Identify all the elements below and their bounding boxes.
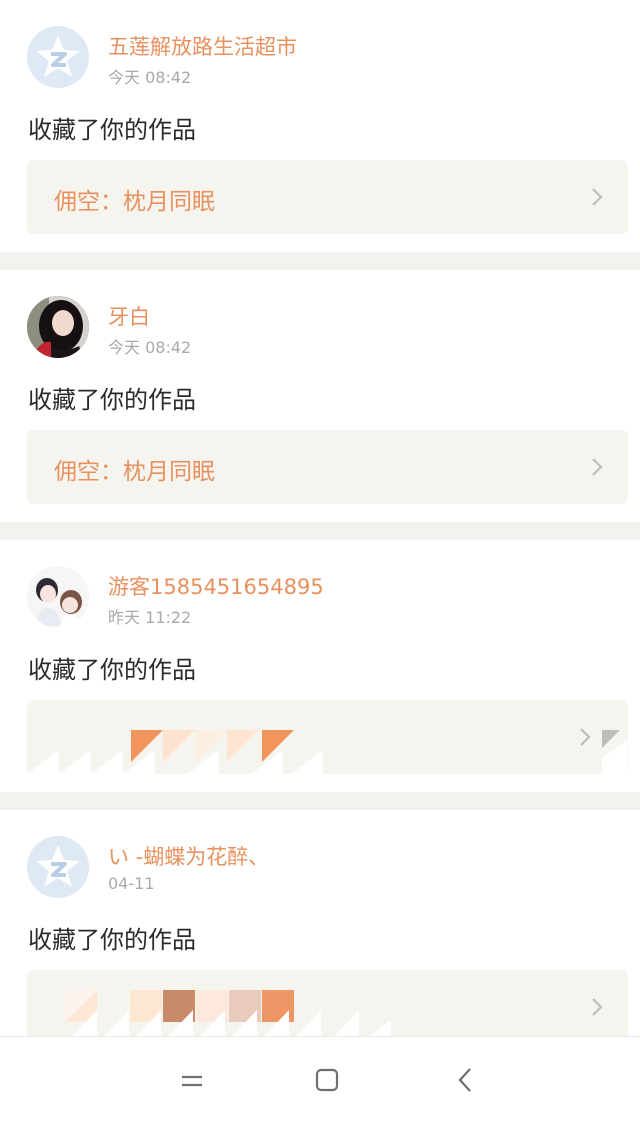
user-name[interactable]: 游客1585451654895	[108, 571, 324, 601]
back-icon[interactable]	[448, 1065, 482, 1095]
action-text: 收藏了你的作品	[28, 656, 196, 684]
chevron-right-icon	[590, 186, 604, 208]
work-link[interactable]: 佣空：枕月同眠	[27, 160, 628, 234]
feed-item: 五莲解放路生活超市 今天 08:42 收藏了你的作品 佣空：枕月同眠	[0, 0, 640, 252]
avatar[interactable]	[27, 836, 89, 898]
timestamp: 昨天 11:22	[108, 608, 192, 627]
timestamp: 04-11	[108, 874, 155, 893]
work-link[interactable]	[27, 970, 628, 1044]
feed-item: 游客1585451654895 昨天 11:22 收藏了你的作品	[0, 540, 640, 792]
system-nav-bar	[0, 1036, 640, 1124]
user-name[interactable]: 五莲解放路生活超市	[108, 31, 297, 61]
menu-icon[interactable]	[175, 1065, 209, 1095]
glitch-artifact	[27, 970, 628, 1044]
home-icon[interactable]	[310, 1065, 344, 1095]
default-avatar-icon	[27, 26, 89, 88]
user-name[interactable]: い -蝴蝶为花醉、	[108, 841, 269, 871]
default-avatar-icon	[27, 836, 89, 898]
timestamp: 今天 08:42	[108, 338, 192, 357]
activity-feed: 五莲解放路生活超市 今天 08:42 收藏了你的作品 佣空：枕月同眠 牙白 今天…	[0, 0, 640, 1062]
chevron-right-icon	[590, 456, 604, 478]
chevron-right-icon	[590, 996, 604, 1018]
work-title: 佣空：枕月同眠	[54, 189, 215, 215]
timestamp: 今天 08:42	[108, 68, 192, 87]
action-text: 收藏了你的作品	[28, 926, 196, 954]
avatar[interactable]	[27, 26, 89, 88]
anime-couple-avatar	[27, 566, 89, 628]
chevron-right-icon	[578, 726, 592, 748]
action-text: 收藏了你的作品	[28, 386, 196, 414]
feed-item: 牙白 今天 08:42 收藏了你的作品 佣空：枕月同眠	[0, 270, 640, 522]
feed-item: い -蝴蝶为花醉、 04-11 收藏了你的作品	[0, 810, 640, 1062]
work-link[interactable]	[27, 700, 628, 774]
action-text: 收藏了你的作品	[28, 116, 196, 144]
user-photo-avatar	[27, 296, 89, 358]
glitch-artifact	[27, 700, 628, 774]
separator	[0, 522, 640, 540]
avatar[interactable]	[27, 296, 89, 358]
separator	[0, 252, 640, 270]
separator	[0, 792, 640, 810]
user-name[interactable]: 牙白	[108, 301, 150, 331]
avatar[interactable]	[27, 566, 89, 628]
work-title: 佣空：枕月同眠	[54, 459, 215, 485]
work-link[interactable]: 佣空：枕月同眠	[27, 430, 628, 504]
